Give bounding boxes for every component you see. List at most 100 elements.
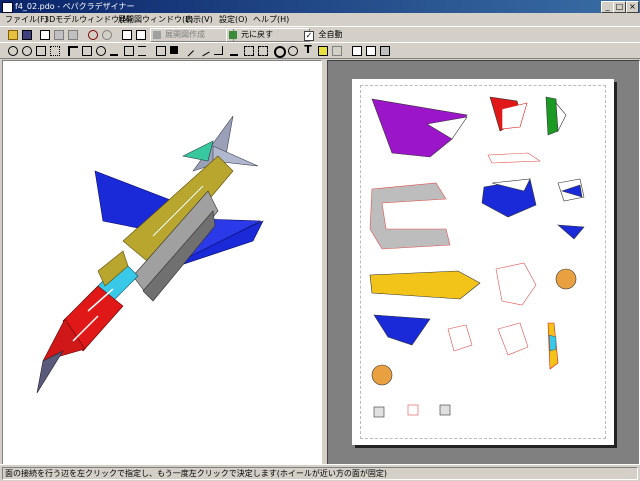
- fit-icon: [136, 30, 146, 40]
- unfold-parts: [369, 96, 585, 418]
- grid-icon: [50, 46, 60, 56]
- print-button[interactable]: [378, 44, 390, 56]
- maximize-button[interactable]: □: [613, 1, 626, 13]
- fold-mountain-icon: [230, 46, 238, 56]
- scale-icon: [214, 46, 223, 55]
- edit-face-button[interactable]: [154, 44, 166, 56]
- open-icon: [8, 30, 18, 40]
- part-tiny-2: [407, 404, 419, 416]
- rotate-part-icon: [96, 46, 106, 56]
- auto-checkbox[interactable]: ✓ 全自動: [304, 29, 343, 41]
- toolbar-tools: T: [0, 42, 640, 59]
- zoom-out-icon: [22, 46, 32, 56]
- part-green-tail: [545, 96, 559, 136]
- part-white-panel-1: [447, 324, 473, 352]
- pan-icon: [102, 30, 112, 40]
- model-3d-view[interactable]: [2, 60, 322, 465]
- part-tiny-3: [439, 404, 451, 416]
- flap-button[interactable]: [108, 44, 120, 56]
- part-orange-gear-2: [371, 364, 393, 386]
- window-title: f4_02.pdo - ペパクラデザイナー: [15, 2, 135, 11]
- pan-button[interactable]: [100, 28, 112, 40]
- fit-page-button[interactable]: [34, 44, 46, 56]
- part-tiny-1: [373, 406, 385, 418]
- layout-icon: [244, 46, 254, 56]
- unfold-label: 展開図作成: [165, 30, 205, 39]
- copy-button[interactable]: [350, 44, 362, 56]
- auto-label: 全自動: [318, 30, 343, 39]
- fold-mountain-button[interactable]: [228, 44, 240, 56]
- scale-button[interactable]: [212, 44, 224, 56]
- paste-icon: [366, 46, 376, 56]
- close-button[interactable]: ×: [626, 1, 639, 13]
- rotate-part-button[interactable]: [94, 44, 106, 56]
- menu-help[interactable]: ヘルプ(H): [253, 14, 289, 25]
- part-blue-lower: [373, 314, 431, 346]
- part-yellow-fuselage: [369, 270, 481, 300]
- zoom-button[interactable]: [6, 44, 18, 56]
- flap-icon: [110, 46, 118, 56]
- open-button[interactable]: [6, 28, 18, 40]
- part-white-panel-2: [497, 322, 529, 356]
- undo-label: 元に戻す: [241, 30, 273, 39]
- menu-view[interactable]: 表示(V): [185, 14, 213, 25]
- texture-button[interactable]: [52, 28, 64, 40]
- image-button[interactable]: [168, 44, 180, 56]
- layout2-button[interactable]: [256, 44, 268, 56]
- undo-button[interactable]: 元に戻す: [226, 28, 310, 42]
- split-icon: [138, 46, 146, 56]
- unfold-2d-view[interactable]: [327, 60, 640, 465]
- draw-button[interactable]: [181, 44, 195, 57]
- print-icon: [380, 46, 390, 56]
- draw-icon: [181, 44, 195, 57]
- rotate-icon: [88, 30, 98, 40]
- grid-button[interactable]: [48, 44, 60, 56]
- paint-icon: [318, 46, 328, 56]
- join-button[interactable]: [122, 44, 134, 56]
- select-button[interactable]: [66, 44, 78, 56]
- save-button[interactable]: [20, 28, 32, 40]
- part-grey-frame: [369, 182, 451, 250]
- paste-button[interactable]: [364, 44, 376, 56]
- join-icon: [124, 46, 134, 56]
- title-bar: f4_02.pdo - ペパクラデザイナー _ □ ×: [0, 0, 640, 13]
- page-icon: [36, 46, 46, 56]
- line-icon: [198, 44, 210, 57]
- menu-settings[interactable]: 設定(O): [219, 14, 248, 25]
- status-message: 面の接続を行う辺を左クリックで指定し、もう一度左クリックで決定します(ホイールが…: [2, 467, 638, 480]
- part-small-strip: [487, 152, 541, 164]
- select-icon: [68, 46, 78, 56]
- print-preview-button[interactable]: [38, 28, 50, 40]
- save-icon: [22, 30, 32, 40]
- menu-unfold[interactable]: 展開図ウィンドウ(E): [118, 14, 193, 25]
- zoom-icon: [8, 46, 18, 56]
- print-preview-icon: [40, 30, 50, 40]
- gear-icon: [274, 46, 286, 58]
- split-button[interactable]: [136, 44, 148, 56]
- app-icon[interactable]: [2, 2, 13, 13]
- copy-pos-button[interactable]: [286, 44, 298, 56]
- view-icon: [122, 30, 132, 40]
- unfold-icon: [153, 31, 161, 39]
- layout-button[interactable]: [242, 44, 254, 56]
- auto-checkbox-box: ✓: [304, 31, 314, 41]
- unfold-button[interactable]: 展開図作成: [150, 28, 234, 42]
- image-icon: [170, 46, 178, 54]
- menu-bar: ファイル(F) 3Dモデルウィンドウ(M) 展開図ウィンドウ(E) 表示(V) …: [0, 13, 640, 26]
- move-button[interactable]: [80, 44, 92, 56]
- menu-file[interactable]: ファイル(F): [5, 14, 48, 25]
- line-button[interactable]: [198, 44, 210, 57]
- pane-splitter[interactable]: [322, 60, 326, 463]
- zoom-out-button[interactable]: [20, 44, 32, 56]
- gear-button[interactable]: [272, 44, 286, 58]
- settings-button[interactable]: [66, 28, 78, 40]
- edit-icon: [156, 46, 166, 56]
- undo2-button[interactable]: [330, 44, 342, 56]
- text-button[interactable]: T: [302, 44, 314, 56]
- paint-button[interactable]: [316, 44, 328, 56]
- jet-3d-model: [36, 115, 264, 394]
- rotate-button[interactable]: [86, 28, 98, 40]
- fit-button[interactable]: [134, 28, 146, 40]
- texture-icon: [54, 30, 64, 40]
- view-button[interactable]: [120, 28, 132, 40]
